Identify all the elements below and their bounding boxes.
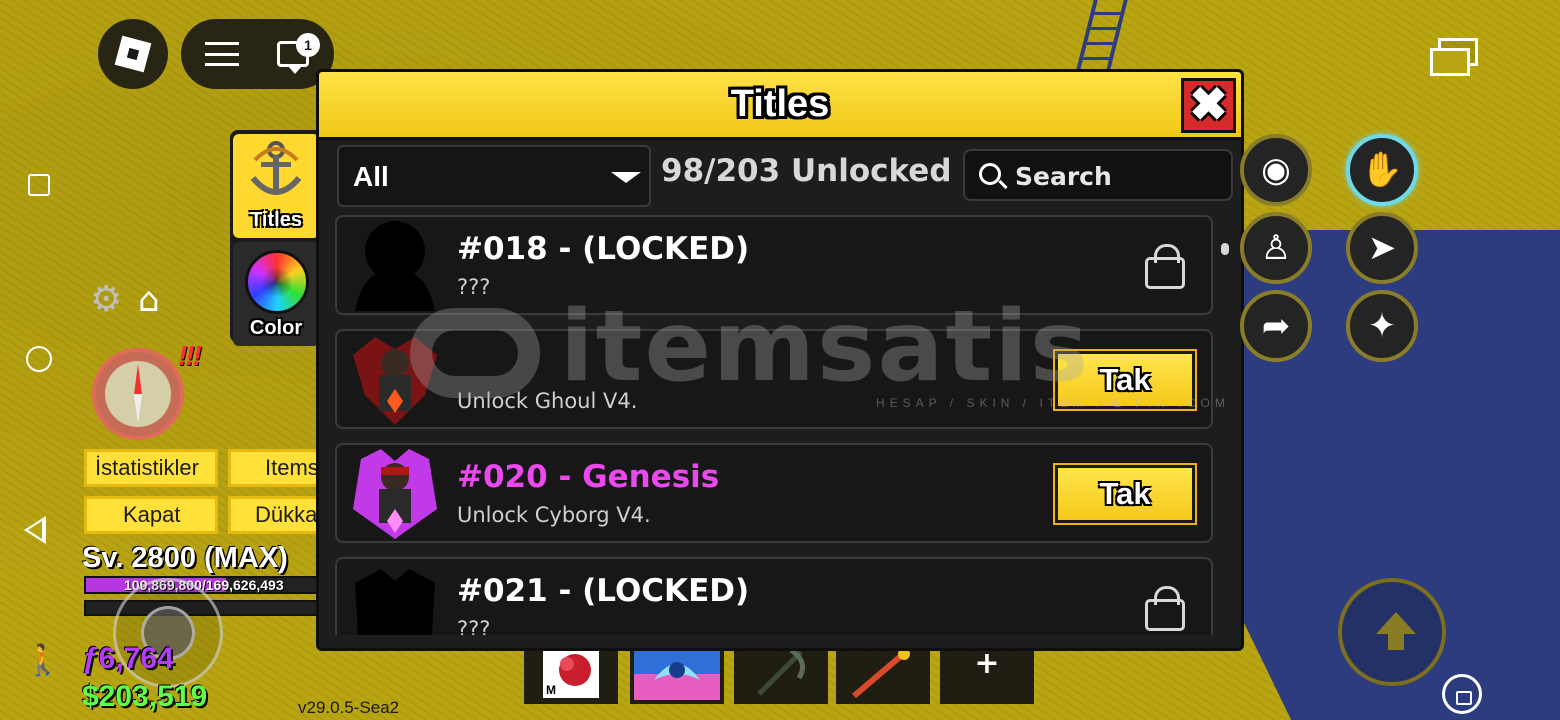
shop-button[interactable]: Dükkan bbox=[228, 496, 320, 534]
haki-icon[interactable]: ✋ bbox=[1346, 134, 1418, 206]
equip-button[interactable]: Tak bbox=[1053, 463, 1197, 525]
title-row: #021 - (LOCKED) ??? bbox=[335, 557, 1213, 635]
muscle-icon[interactable]: ♙ bbox=[1240, 212, 1312, 284]
home-nav-icon[interactable] bbox=[26, 346, 52, 372]
accessibility-icon[interactable]: 🚶 bbox=[24, 646, 61, 676]
roblox-topbar-pill: 1 bbox=[181, 19, 334, 89]
cyborg-avatar-icon bbox=[353, 449, 437, 539]
equip-button-label: Tak bbox=[1099, 476, 1151, 511]
tab-color-label: Color bbox=[249, 317, 303, 339]
scrollbar[interactable] bbox=[1221, 243, 1229, 255]
flame-fist-icon[interactable]: ✦ bbox=[1346, 290, 1418, 362]
title-name: #021 - (LOCKED) bbox=[457, 573, 750, 609]
title-row: #020 - Genesis Unlock Cyborg V4. Tak bbox=[335, 443, 1213, 543]
fragments-counter: ƒ6,764 bbox=[82, 642, 174, 675]
tab-titles-label: Titles bbox=[250, 209, 302, 231]
jump-arrow-icon bbox=[1376, 612, 1416, 650]
title-desc: Unlock Cyborg V4. bbox=[457, 503, 651, 527]
close-icon: ✖ bbox=[1189, 77, 1228, 130]
alert-mark: !!! bbox=[178, 340, 202, 371]
title-desc: ??? bbox=[457, 617, 491, 635]
tab-titles[interactable]: Titles bbox=[233, 134, 319, 238]
side-tabs: Titles Color bbox=[230, 130, 322, 346]
money-counter: $203,519 bbox=[82, 680, 208, 713]
svg-text:M: M bbox=[546, 683, 556, 697]
hamburger-menu-icon[interactable] bbox=[205, 42, 239, 66]
eye-icon[interactable]: ◉ bbox=[1240, 134, 1312, 206]
chat-badge: 1 bbox=[296, 33, 320, 57]
locked-silhouette-icon bbox=[355, 221, 435, 311]
filter-value: All bbox=[353, 161, 389, 192]
items-button[interactable]: Items bbox=[228, 449, 320, 487]
title-name: #020 - Genesis bbox=[457, 459, 720, 495]
unlocked-count: 98/203 Unlocked bbox=[661, 153, 952, 189]
windows-toggle-icon[interactable] bbox=[1430, 38, 1478, 78]
back-nav-icon[interactable] bbox=[24, 516, 46, 544]
level-label: Sv. 2800 (MAX) bbox=[82, 542, 288, 574]
title-name: #018 - (LOCKED) bbox=[457, 231, 750, 267]
dragon-item-icon bbox=[634, 644, 720, 700]
title-desc: Unlock Ghoul V4. bbox=[457, 389, 638, 413]
gear-icon[interactable]: ⚙ bbox=[90, 282, 122, 318]
color-wheel-icon bbox=[245, 250, 309, 314]
stats-button[interactable]: İstatistikler bbox=[84, 449, 218, 487]
dialog-title: Titles bbox=[730, 83, 830, 125]
equip-button-label: Tak bbox=[1099, 362, 1151, 397]
compass[interactable] bbox=[92, 348, 184, 440]
title-row: Unlock Ghoul V4. Tak bbox=[335, 329, 1213, 429]
scythe-item-icon bbox=[757, 647, 806, 696]
title-desc: ??? bbox=[457, 275, 491, 299]
title-row: #018 - (LOCKED) ??? bbox=[335, 215, 1213, 315]
lock-icon bbox=[1145, 244, 1185, 289]
staff-item-icon bbox=[852, 647, 910, 699]
home-icon[interactable]: ⌂ bbox=[138, 282, 160, 318]
roblox-menu-button[interactable] bbox=[98, 19, 168, 89]
search-icon bbox=[979, 163, 1001, 185]
dialog-header: Titles ✖ bbox=[319, 72, 1241, 140]
chevron-down-icon bbox=[611, 172, 641, 183]
titles-list[interactable]: #018 - (LOCKED) ??? Unlock Ghoul V4. Tak bbox=[335, 215, 1215, 635]
sprint-icon[interactable]: ➤ bbox=[1346, 212, 1418, 284]
dash-icon[interactable]: ➦ bbox=[1240, 290, 1312, 362]
lock-icon bbox=[1145, 586, 1185, 631]
filter-dropdown[interactable]: All bbox=[337, 145, 651, 207]
search-box[interactable] bbox=[963, 149, 1233, 201]
fruit-item-icon: M bbox=[543, 646, 599, 698]
recent-apps-icon[interactable] bbox=[28, 174, 50, 196]
equip-button[interactable]: Tak bbox=[1053, 349, 1197, 411]
jump-button[interactable] bbox=[1338, 578, 1446, 686]
ghoul-avatar-icon bbox=[353, 337, 437, 425]
locked-silhouette-icon bbox=[355, 569, 435, 635]
shift-lock-button[interactable] bbox=[1442, 674, 1482, 714]
anchor-icon bbox=[250, 141, 302, 195]
titles-dialog: Titles ✖ All 98/203 Unlocked #018 - (LOC… bbox=[316, 69, 1244, 651]
close-hud-button[interactable]: Kapat bbox=[84, 496, 218, 534]
search-input[interactable] bbox=[1015, 159, 1215, 193]
close-button[interactable]: ✖ bbox=[1181, 78, 1236, 133]
tab-color[interactable]: Color bbox=[233, 242, 319, 346]
version-label: v29.0.5-Sea2 bbox=[298, 698, 400, 717]
compass-needle-icon bbox=[134, 364, 142, 424]
roblox-logo-icon bbox=[114, 35, 152, 73]
